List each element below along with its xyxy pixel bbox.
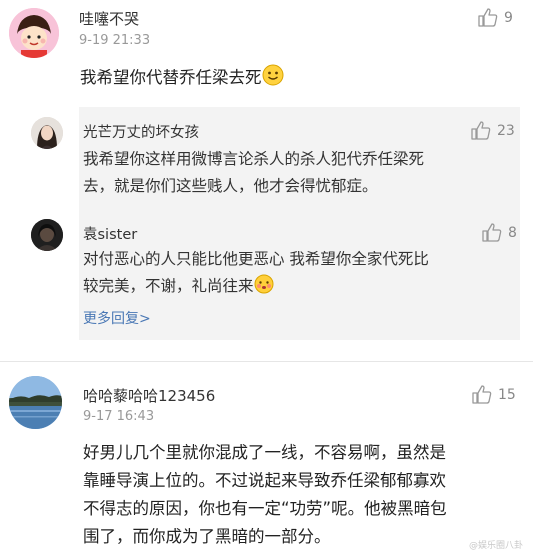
- like-count: 9: [504, 9, 513, 26]
- cartoon-girl-avatar-icon: [9, 8, 59, 58]
- avatar[interactable]: [31, 117, 63, 149]
- more-replies-link[interactable]: 更多回复>: [83, 308, 151, 328]
- like-button[interactable]: 23: [471, 121, 515, 140]
- timestamp: 9-19 21:33: [79, 33, 151, 48]
- smile-emoji-icon: [262, 64, 284, 95]
- like-count: 15: [498, 386, 516, 403]
- blushing-emoji-icon: [254, 274, 274, 303]
- watermark: @娱乐圈八卦: [468, 541, 523, 551]
- thumbs-up-icon: [478, 8, 498, 27]
- comment-text: 好男儿几个里就你混成了一线，不容易啊，虽然是 靠睡导演上位的。不过说起来导致乔任…: [83, 443, 447, 546]
- like-button[interactable]: 9: [478, 8, 513, 27]
- avatar[interactable]: [9, 8, 59, 58]
- reply-username[interactable]: 光芒万丈的坏女孩: [83, 121, 199, 142]
- thumbs-up-icon: [482, 223, 502, 242]
- reply-username[interactable]: 袁sister: [83, 223, 137, 244]
- avatar[interactable]: [31, 219, 63, 251]
- like-button[interactable]: 8: [482, 223, 517, 242]
- timestamp: 9-17 16:43: [83, 409, 155, 424]
- dark-portrait-avatar-icon: [31, 219, 63, 251]
- comment-text: 我希望你代替乔任梁去死: [80, 64, 284, 95]
- username[interactable]: 哈哈藜哈哈123456: [83, 385, 215, 406]
- divider: [0, 361, 533, 362]
- thumbs-up-icon: [472, 385, 492, 404]
- avatar[interactable]: [9, 376, 62, 429]
- like-button[interactable]: 15: [472, 385, 516, 404]
- reply-text: 对付恶心的人只能比他更恶心 我希望你全家代死比 较完美，不谢，礼尚往来: [83, 246, 429, 303]
- thumbs-up-icon: [471, 121, 491, 140]
- like-count: 8: [508, 224, 517, 241]
- like-count: 23: [497, 122, 515, 139]
- lake-scenery-avatar-icon: [9, 376, 62, 429]
- woman-portrait-avatar-icon: [31, 117, 63, 149]
- username[interactable]: 哇噻不哭: [79, 8, 139, 29]
- reply-text: 我希望你这样用微博言论杀人的杀人犯代乔任梁死 去，就是你们这些贱人，他才会得忧郁…: [83, 150, 425, 195]
